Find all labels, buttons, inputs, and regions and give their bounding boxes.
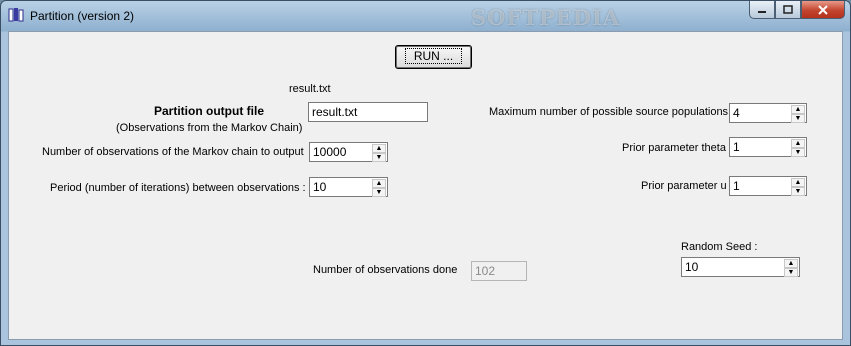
- random-seed-field[interactable]: 10 ▲ ▼: [681, 257, 800, 277]
- output-file-value: result.txt: [312, 105, 358, 119]
- close-icon: [818, 4, 828, 15]
- observations-done-value: 102: [475, 264, 496, 278]
- num-observations-label: Number of observations of the Markov cha…: [42, 146, 304, 158]
- spin-up-icon[interactable]: ▲: [372, 144, 386, 153]
- random-seed-spinner[interactable]: ▲ ▼: [784, 259, 798, 277]
- spin-up-icon[interactable]: ▲: [784, 259, 798, 268]
- run-button-label: RUN ...: [404, 48, 463, 64]
- caption-buttons: [749, 1, 845, 21]
- prior-u-spinner[interactable]: ▲ ▼: [791, 178, 805, 196]
- max-populations-value: 4: [733, 106, 740, 120]
- app-icon: [8, 8, 24, 22]
- period-value: 10: [313, 180, 327, 194]
- spin-down-icon[interactable]: ▼: [791, 187, 805, 196]
- spin-up-icon[interactable]: ▲: [791, 139, 805, 148]
- output-file-sublabel: (Observations from the Markov Chain): [116, 122, 303, 134]
- minimize-icon: [758, 10, 766, 13]
- max-populations-spinner[interactable]: ▲ ▼: [791, 105, 805, 123]
- prior-theta-spinner[interactable]: ▲ ▼: [791, 139, 805, 157]
- app-window: Partition (version 2) SOFTPEDIA RUN ... …: [0, 0, 851, 346]
- output-file-field[interactable]: result.txt: [308, 102, 428, 122]
- period-label: Period (number of iterations) between ob…: [50, 182, 306, 194]
- spin-down-icon[interactable]: ▼: [791, 148, 805, 157]
- title-bar[interactable]: Partition (version 2) SOFTPEDIA: [1, 1, 850, 31]
- num-observations-spinner[interactable]: ▲ ▼: [372, 144, 386, 162]
- spin-down-icon[interactable]: ▼: [372, 188, 386, 197]
- prior-theta-label: Prior parameter theta: [622, 142, 726, 154]
- main-panel: RUN ... result.txt Partition output file…: [8, 31, 843, 340]
- period-spinner[interactable]: ▲ ▼: [372, 179, 386, 197]
- prior-u-value: 1: [733, 179, 740, 193]
- prior-theta-value: 1: [733, 140, 740, 154]
- random-seed-value: 10: [685, 260, 699, 274]
- output-file-label: Partition output file: [154, 104, 264, 118]
- close-button[interactable]: [801, 1, 845, 19]
- max-populations-label: Maximum number of possible source popula…: [489, 106, 729, 118]
- maximize-icon: [783, 5, 793, 14]
- prior-u-field[interactable]: 1 ▲ ▼: [729, 176, 807, 196]
- max-populations-field[interactable]: 4 ▲ ▼: [729, 103, 807, 123]
- spin-down-icon[interactable]: ▼: [791, 114, 805, 123]
- num-observations-field[interactable]: 10000 ▲ ▼: [309, 142, 388, 162]
- minimize-button[interactable]: [749, 1, 775, 19]
- observations-done-field: 102: [471, 261, 527, 281]
- spin-down-icon[interactable]: ▼: [372, 153, 386, 162]
- spin-down-icon[interactable]: ▼: [784, 268, 798, 277]
- observations-done-label: Number of observations done: [313, 264, 458, 276]
- spin-up-icon[interactable]: ▲: [791, 178, 805, 187]
- watermark: SOFTPEDIA: [471, 5, 621, 30]
- window-title: Partition (version 2): [30, 9, 135, 23]
- num-observations-value: 10000: [313, 145, 347, 159]
- output-path-display: result.txt: [289, 83, 331, 95]
- run-button[interactable]: RUN ...: [395, 45, 472, 69]
- spin-up-icon[interactable]: ▲: [372, 179, 386, 188]
- period-field[interactable]: 10 ▲ ▼: [309, 177, 388, 197]
- spin-up-icon[interactable]: ▲: [791, 105, 805, 114]
- prior-u-label: Prior parameter u: [641, 180, 727, 192]
- maximize-button[interactable]: [775, 1, 801, 19]
- prior-theta-field[interactable]: 1 ▲ ▼: [729, 137, 807, 157]
- random-seed-label: Random Seed :: [681, 241, 758, 253]
